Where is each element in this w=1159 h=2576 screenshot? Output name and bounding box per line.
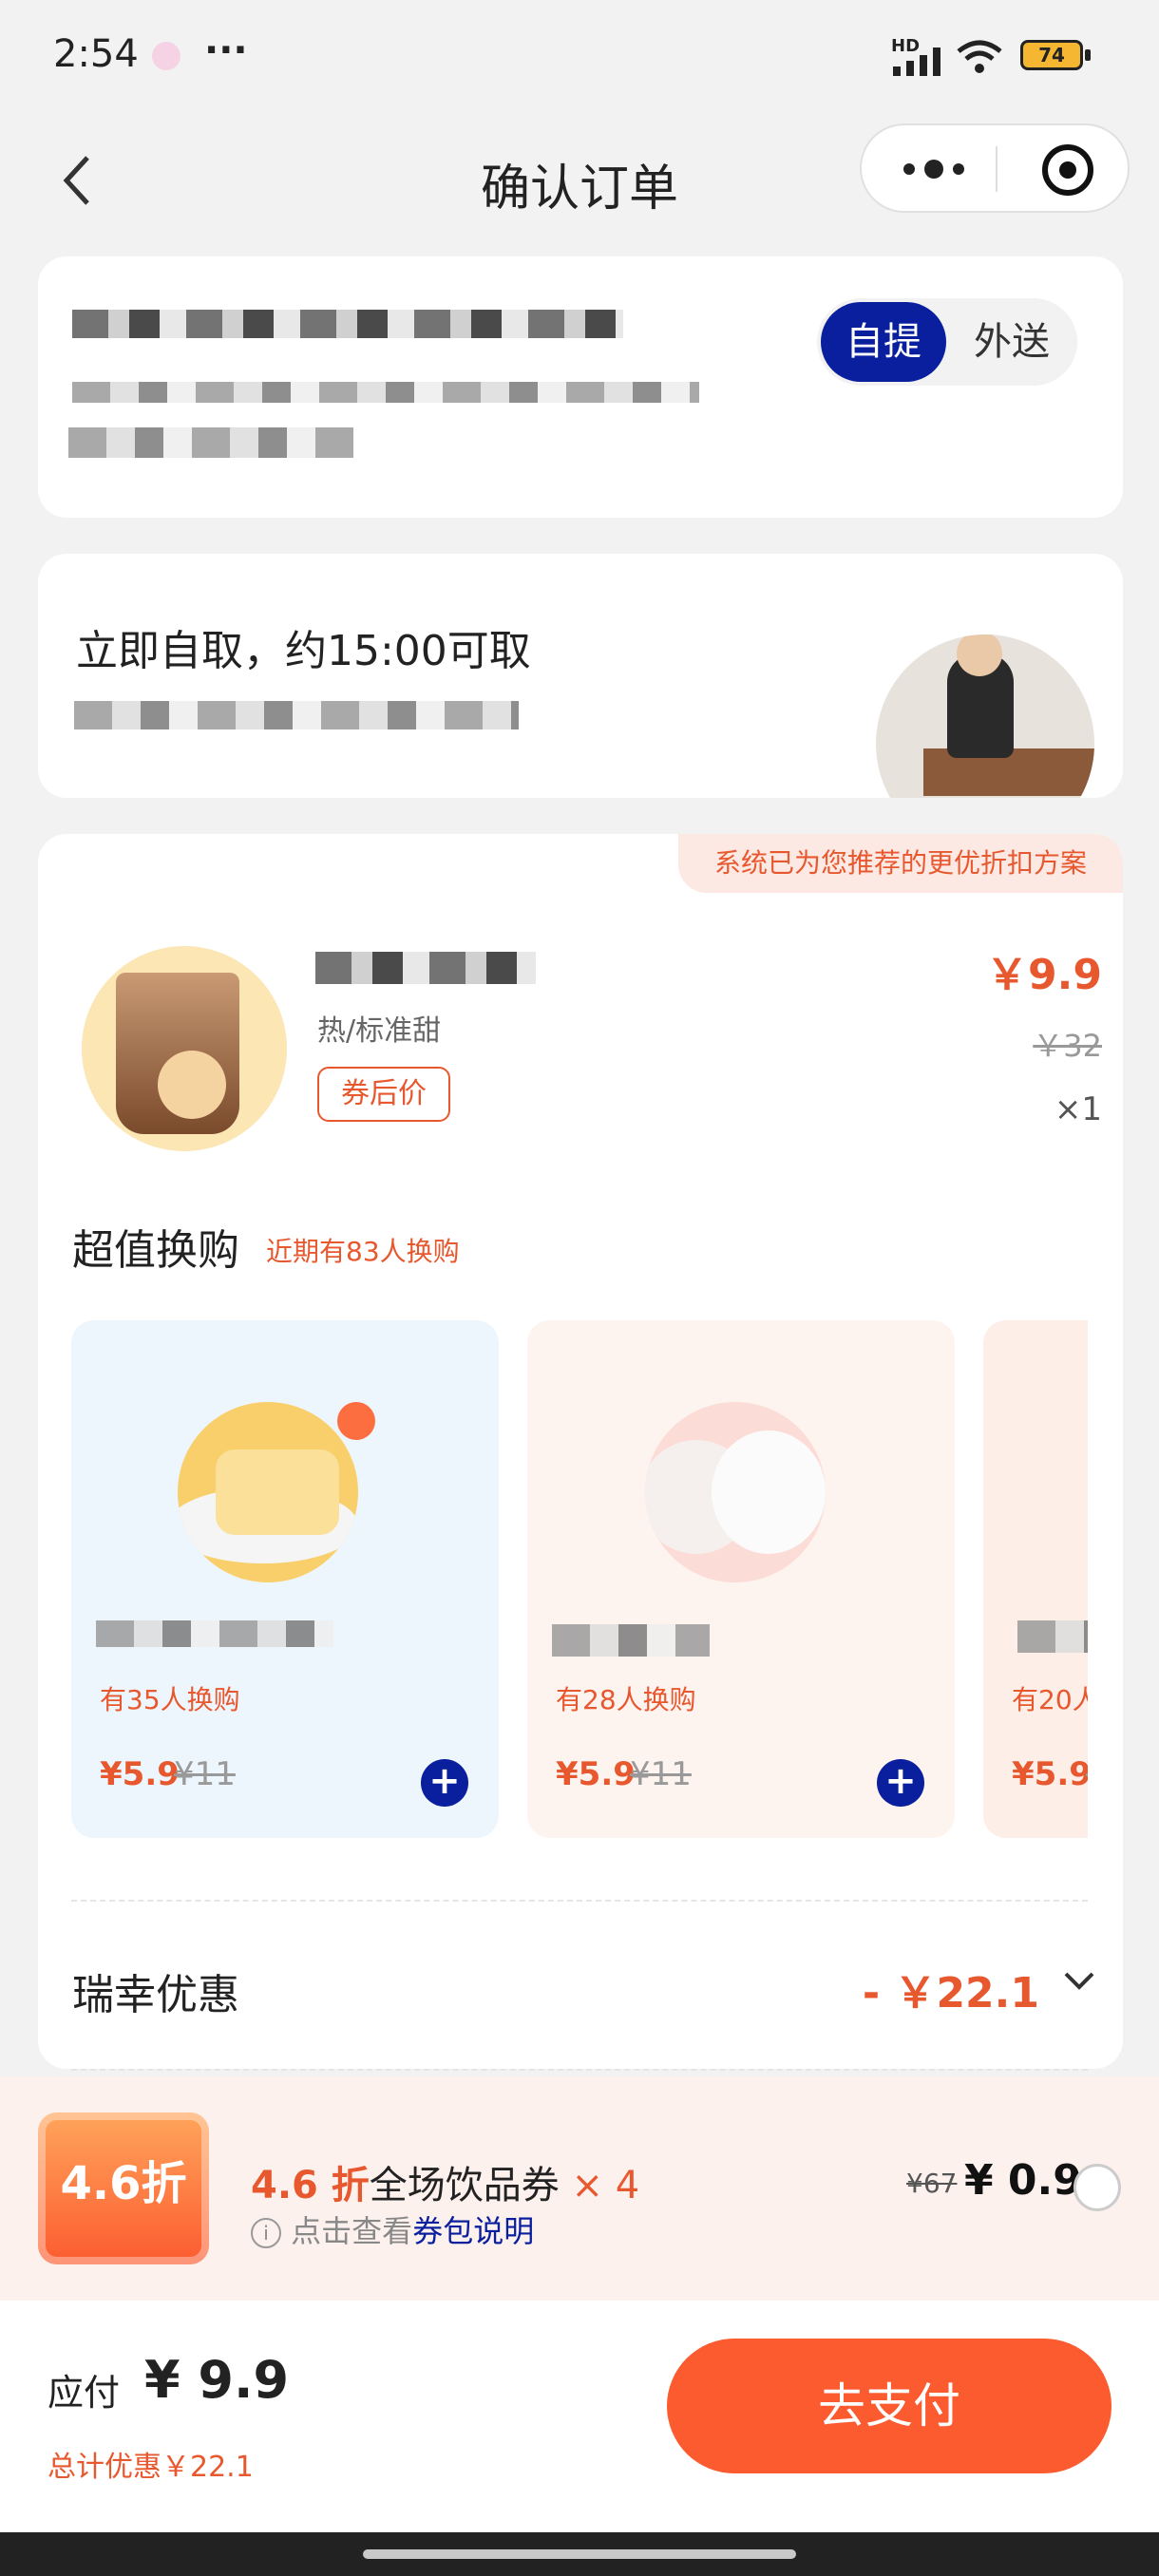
mode-toggle: 自提 外送 (817, 298, 1077, 386)
barista-illustration (876, 635, 1094, 798)
upsell-item-count: 有28人换购 (556, 1684, 696, 1715)
upsell-item-price: ¥5.9 (100, 1755, 180, 1793)
pay-button[interactable]: 去支付 (667, 2339, 1112, 2473)
upsell-scroller[interactable]: 有35人换购 ¥5.9 ¥11 + 有28人换购 ¥5.9 ¥11 + 有20人… (71, 1320, 1088, 1838)
upsell-item-price: ¥5.9 (556, 1755, 636, 1793)
coupon-title-line: 4.6 折全场饮品券 × 4 (251, 2154, 639, 2209)
close-miniapp-icon[interactable] (1042, 144, 1093, 196)
status-time: 2:54 (53, 32, 139, 76)
upsell-item-image (645, 1402, 826, 1582)
more-notifications-icon: ··· (204, 28, 248, 72)
upsell-item-badge-icon (337, 1402, 375, 1440)
header: 确认订单 (0, 114, 1159, 247)
coupon-discount-text: 4.6 折 (251, 2164, 370, 2207)
app-notification-icon (152, 42, 180, 70)
upsell-item-image (178, 1402, 358, 1582)
coupon-badge: 4.6折 (38, 2112, 209, 2264)
status-bar: 2:54 ··· HD 74 (0, 0, 1159, 114)
add-upsell-button[interactable]: + (877, 1759, 924, 1807)
home-indicator[interactable] (363, 2549, 796, 2559)
upsell-item-original-price: ¥11 (630, 1755, 692, 1793)
coupon-pack-banner[interactable]: 4.6折 4.6 折全场饮品券 × 4 i 点击查看券包说明 ¥67 ¥ 0.9 (0, 2076, 1159, 2301)
store-name-redacted (72, 310, 623, 338)
wifi-icon (957, 40, 1002, 73)
battery-icon: 74 (1020, 40, 1083, 70)
upsell-item-3[interactable]: 有20人换购 ¥5.9 ¥ (983, 1320, 1088, 1838)
upsell-subtitle: 近期有83人换购 (266, 1236, 460, 1267)
discount-divider (71, 2069, 1088, 2071)
capsule-divider (996, 146, 998, 192)
upsell-item-count: 有20人换购 (1012, 1684, 1088, 1715)
upsell-item-2[interactable]: 有28人换购 ¥5.9 ¥11 + (527, 1320, 955, 1838)
store-card[interactable]: 自提 外送 (38, 256, 1123, 518)
upsell-item-count: 有35人换购 (100, 1684, 240, 1715)
coupon-hint-link[interactable]: 券包说明 (412, 2213, 534, 2249)
product-original-price: ￥32 (1033, 1028, 1102, 1064)
upsell-item-original-price: ¥ (1086, 1755, 1088, 1793)
upsell-item-name-redacted (1017, 1620, 1088, 1653)
upsell-item-name-redacted (96, 1620, 333, 1647)
due-amount: ¥ 9.9 (144, 2350, 290, 2410)
product-spec: 热/标准甜 (317, 1014, 442, 1048)
battery-tip (1085, 49, 1091, 61)
signal-icon (893, 47, 940, 76)
discount-value: - ￥22.1 (862, 1969, 1039, 2017)
mode-delivery-button[interactable]: 外送 (950, 302, 1074, 382)
coupon-price: ¥ 0.9 (964, 2156, 1082, 2205)
mode-pickup-button[interactable]: 自提 (821, 302, 946, 382)
add-upsell-button[interactable]: + (421, 1759, 468, 1807)
recommend-banner: 系统已为您推荐的更优折扣方案 (678, 834, 1123, 893)
product-image (82, 946, 287, 1151)
coupon-title: 全场饮品券 (369, 2164, 560, 2207)
coupon-hint[interactable]: i 点击查看券包说明 (251, 2207, 534, 2251)
product-name-redacted (315, 952, 536, 984)
coupon-select-radio[interactable] (1074, 2164, 1121, 2211)
due-label: 应付 (48, 2372, 121, 2414)
upsell-item-original-price: ¥11 (174, 1755, 236, 1793)
store-distance-redacted (68, 427, 353, 458)
battery-level: 74 (1038, 44, 1065, 66)
pickup-detail-redacted (74, 701, 519, 729)
pickup-time-title: 立即自取，约15:00可取 (76, 627, 531, 675)
coupon-hint-prefix: 点击查看 (291, 2213, 413, 2249)
pickup-card: 立即自取，约15:00可取 (38, 554, 1123, 798)
coupon-original-price: ¥67 (906, 2168, 958, 2199)
product-price: ￥9.9 (986, 951, 1102, 999)
upsell-title: 超值换购 (72, 1226, 239, 1275)
coupon-multiplier: × 4 (571, 2164, 640, 2207)
discount-row[interactable]: 瑞幸优惠 - ￥22.1 (38, 1919, 1123, 2061)
upsell-item-price: ¥5.9 (1012, 1755, 1088, 1793)
discount-label: 瑞幸优惠 (72, 1971, 239, 2019)
more-options-icon[interactable] (896, 144, 972, 192)
chevron-down-icon (1064, 1972, 1094, 1990)
info-icon: i (251, 2218, 281, 2248)
product-quantity: ×1 (1054, 1090, 1102, 1128)
system-nav-bar (0, 2532, 1159, 2576)
checkout-footer: 应付 ¥ 9.9 总计优惠￥22.1 去支付 (0, 2301, 1159, 2532)
store-address-redacted (72, 382, 699, 403)
total-savings: 总计优惠￥22.1 (48, 2451, 254, 2484)
upsell-divider (71, 1900, 1088, 1902)
coupon-price-tag: 券后价 (317, 1067, 450, 1122)
upsell-item-1[interactable]: 有35人换购 ¥5.9 ¥11 + (71, 1320, 499, 1838)
miniapp-capsule (860, 123, 1130, 213)
upsell-item-name-redacted (552, 1624, 710, 1657)
